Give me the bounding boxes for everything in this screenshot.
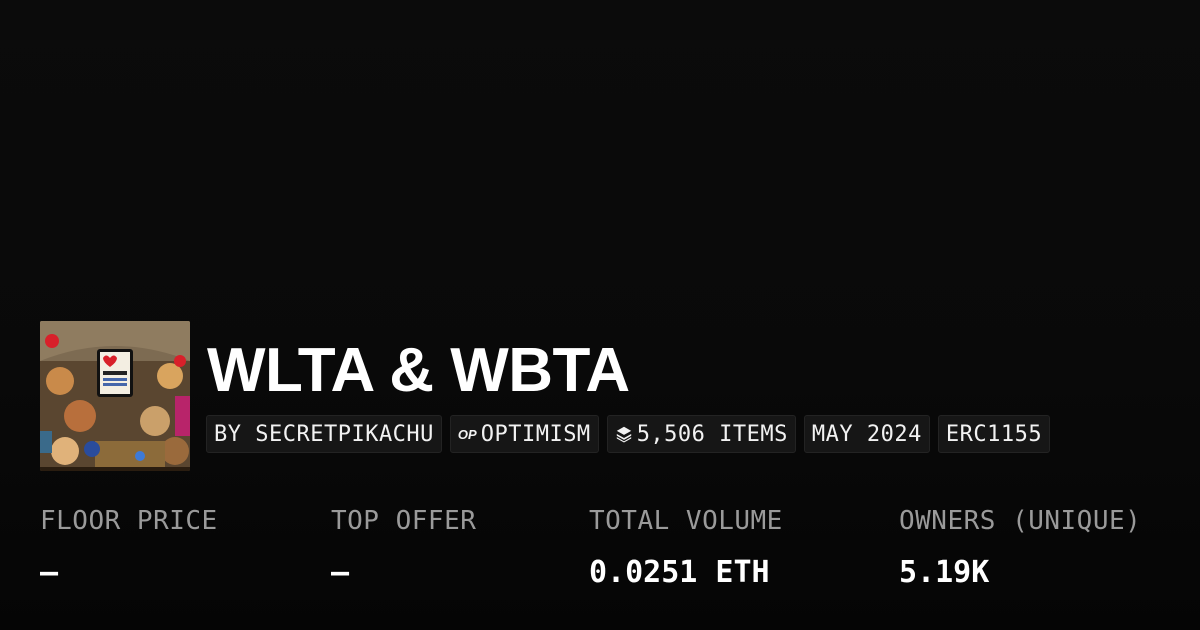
collection-meta-chips: BY SECRETPIKACHU OP OPTIMISM 5,506 ITEMS… xyxy=(206,415,1051,453)
layers-icon xyxy=(616,426,631,443)
stat-top-offer: TOP OFFER — xyxy=(331,505,476,591)
stat-floor-price: FLOOR PRICE — xyxy=(40,505,218,591)
stat-owners: OWNERS (UNIQUE) 5.19K xyxy=(899,505,1141,591)
collection-stats: FLOOR PRICE — TOP OFFER — TOTAL VOLUME 0… xyxy=(0,505,1200,605)
op-logo-icon: OP xyxy=(457,426,477,442)
stat-label: OWNERS (UNIQUE) xyxy=(899,506,1142,536)
token-standard: ERC1155 xyxy=(945,421,1043,447)
collection-thumbnail xyxy=(40,321,190,471)
creator-label: BY SECRETPIKACHU xyxy=(214,421,434,447)
items-count: 5,506 ITEMS xyxy=(636,421,788,447)
chain-chip[interactable]: OP OPTIMISM xyxy=(449,415,599,453)
stat-value: 0.0251 ETH xyxy=(589,555,770,590)
collection-title: WLTA & WBTA xyxy=(207,336,630,405)
standard-chip: ERC1155 xyxy=(937,415,1051,453)
collection-artwork-image xyxy=(40,321,190,471)
date-chip: MAY 2024 xyxy=(803,415,930,453)
creator-chip[interactable]: BY SECRETPIKACHU xyxy=(206,415,442,453)
stat-label: FLOOR PRICE xyxy=(40,506,218,536)
stat-value: — xyxy=(40,555,59,590)
collection-share-card: WLTA & WBTA BY SECRETPIKACHU OP OPTIMISM… xyxy=(0,0,1200,630)
stat-total-volume: TOTAL VOLUME 0.0251 ETH xyxy=(589,505,783,591)
stat-label: TOP OFFER xyxy=(331,506,477,536)
stat-value: — xyxy=(331,555,350,590)
chain-label: OPTIMISM xyxy=(480,421,591,447)
stat-label: TOTAL VOLUME xyxy=(589,506,783,536)
items-chip: 5,506 ITEMS xyxy=(606,415,796,453)
stat-value: 5.19K xyxy=(899,555,990,590)
created-date: MAY 2024 xyxy=(811,421,922,447)
